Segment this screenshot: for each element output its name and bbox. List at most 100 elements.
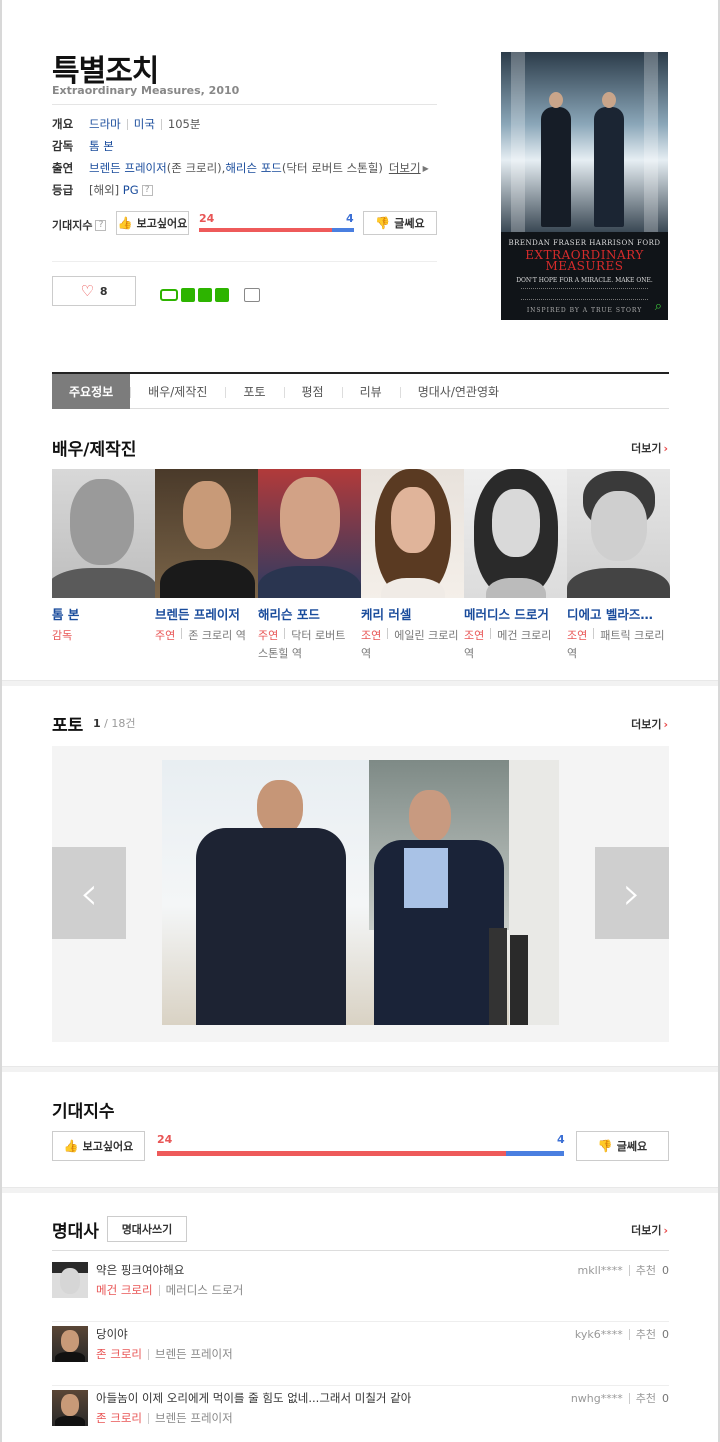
cast-photo[interactable] (258, 469, 361, 598)
poster-names: BRENDAN FRASER HARRISON FORD (508, 239, 661, 247)
photo-image[interactable] (162, 760, 559, 1025)
cast-role: 조연 메건 크로리 역 (464, 628, 552, 660)
next-photo-button[interactable]: › (595, 847, 669, 939)
want-button[interactable]: 👍 보고싶어요 (116, 211, 189, 235)
cast-more-link[interactable]: 더보기 › (631, 440, 668, 456)
photo-count: 1 / 18건 (93, 717, 136, 730)
rating-region: [해외] (89, 183, 120, 197)
cast1-link[interactable]: 브렌든 프레이저 (89, 160, 167, 176)
bookmark-icon[interactable] (198, 288, 212, 302)
cast-member[interactable]: 해리슨 포드 주연 닥터 로버트 스톤힐 역 (258, 469, 361, 663)
naver-icon[interactable] (160, 289, 178, 301)
poster-inspired: INSPIRED BY A TRUE STORY (526, 307, 643, 314)
cast-photo[interactable] (464, 469, 567, 598)
avatar[interactable] (52, 1390, 88, 1426)
quotes-more-link[interactable]: 더보기 › (631, 1222, 668, 1238)
want-count: 24 (157, 1133, 173, 1146)
cast-more-link[interactable]: 더보기 (389, 160, 421, 176)
quote-character: 존 크로리 브렌든 프레이저 (96, 1411, 233, 1425)
section-divider (2, 1066, 718, 1072)
tab-review[interactable]: 리뷰 (341, 374, 400, 409)
zoom-icon[interactable]: ⌕ (655, 299, 662, 314)
cast-name[interactable]: 해리슨 포드 (258, 604, 359, 623)
quotes-section-title: 명대사 (52, 1222, 99, 1242)
rating-link[interactable]: PG (123, 183, 139, 197)
help-icon[interactable]: ? (95, 219, 107, 231)
thumbs-down-icon: 👎 (597, 1139, 613, 1153)
cast-photo[interactable] (567, 469, 670, 598)
cast-member[interactable]: 브렌든 프레이저 주연 존 크로리 역 (155, 469, 258, 663)
info-cast: 출연 브렌든 프레이저 (존 크로리), 해리슨 포드 (닥터 로버트 스톤힐) 더… (52, 160, 437, 176)
dislike-count: 4 (346, 212, 354, 225)
cast-name[interactable]: 브렌든 프레이저 (155, 604, 256, 623)
expect-bar (199, 228, 354, 232)
movie-poster[interactable]: BRENDAN FRASER HARRISON FORD EXTRAORDINA… (501, 52, 668, 320)
cast-role: 주연 존 크로리 역 (155, 628, 246, 642)
write-quote-button[interactable]: 명대사쓰기 (107, 1216, 187, 1242)
quote-item: 약은 핑크여야해요 메건 크로리 메러디스 드로거 mkll**** 추천 0 (52, 1262, 669, 1322)
recommend-button[interactable]: 추천 (636, 1262, 656, 1278)
quote-character: 존 크로리 브렌든 프레이저 (96, 1347, 233, 1361)
cast2-link[interactable]: 해리슨 포드 (225, 160, 282, 176)
cast-member[interactable]: 메러디스 드로거 조연 메건 크로리 역 (464, 469, 567, 663)
tab-main-info[interactable]: 주요정보 (52, 373, 131, 409)
tab-bar: 주요정보 배우/제작진 포토 평점 리뷰 명대사/연관영화 (52, 372, 669, 409)
prev-photo-button[interactable]: ‹ (52, 847, 126, 939)
poster-title: EXTRAORDINARY MEASURES (525, 248, 644, 273)
movie-subtitle: Extraordinary Measures, 2010 (52, 84, 240, 97)
dislike-button[interactable]: 👎 글쎄요 (576, 1131, 669, 1161)
quote-meta: kyk6**** 추천 0 (574, 1326, 669, 1342)
like-button[interactable]: ♡ 8 (52, 276, 136, 306)
cast2-role: (닥터 로버트 스톤힐) (281, 161, 383, 175)
quote-meta: mkll**** 추천 0 (577, 1262, 669, 1278)
dislike-bar (505, 1151, 564, 1156)
cast-name[interactable]: 디에고 벨라즈… (567, 604, 668, 623)
caret-right-icon: ▶ (422, 163, 429, 173)
tab-photo[interactable]: 포토 (225, 374, 283, 409)
dislike-button[interactable]: 👎 글쎄요 (363, 211, 437, 235)
cast-photo[interactable] (155, 469, 258, 598)
cast-photo[interactable] (52, 469, 155, 598)
tab-quotes[interactable]: 명대사/연관영화 (399, 374, 517, 409)
quote-meta: nwhg**** 추천 0 (570, 1390, 669, 1406)
help-icon[interactable]: ? (141, 184, 153, 196)
band-icon[interactable] (215, 288, 229, 302)
expect-bar (157, 1151, 564, 1156)
line-icon[interactable] (181, 288, 195, 302)
tab-rating[interactable]: 평점 (283, 374, 342, 409)
cast-name[interactable]: 톰 본 (52, 604, 153, 623)
dislike-count: 4 (557, 1133, 565, 1146)
cast-member[interactable]: 톰 본 감독 (52, 469, 155, 663)
photo-section-title: 포토 (52, 716, 84, 736)
cast-role: 감독 (52, 629, 73, 642)
cast-label: 출연 (52, 161, 74, 175)
want-button[interactable]: 👍 보고싶어요 (52, 1131, 145, 1161)
cast1-role: (존 크로리), (166, 161, 226, 175)
cast-member[interactable]: 케리 러셀 조연 에일린 크로리 역 (361, 469, 464, 663)
country-link[interactable]: 미국 (134, 116, 155, 132)
cast-member[interactable]: 디에고 벨라즈… 조연 패트릭 크로리 역 (567, 469, 670, 663)
thumbs-up-icon: 👍 (63, 1139, 79, 1153)
cast-role: 주연 닥터 로버트 스톤힐 역 (258, 628, 346, 660)
dislike-label: 글쎄요 (616, 1140, 648, 1153)
avatar[interactable] (52, 1326, 88, 1362)
photo-more-link[interactable]: 더보기 › (631, 716, 668, 732)
rating-label: 등급 (52, 183, 74, 197)
quote-text: 아들놈이 이제 오리에게 먹이를 줄 힘도 없네...그래서 미칠거 같아 (96, 1391, 412, 1405)
cast-name[interactable]: 케리 러셀 (361, 604, 462, 623)
quote-text: 당이야 (96, 1327, 128, 1341)
recommend-button[interactable]: 추천 (636, 1326, 656, 1342)
director-link[interactable]: 톰 본 (89, 138, 114, 154)
tab-cast[interactable]: 배우/제작진 (130, 374, 225, 409)
avatar[interactable] (52, 1262, 88, 1298)
info-director: 감독 톰 본 (52, 138, 437, 154)
recommend-button[interactable]: 추천 (636, 1390, 656, 1406)
quote-item: 아들놈이 이제 오리에게 먹이를 줄 힘도 없네...그래서 미칠거 같아 존 … (52, 1390, 669, 1442)
section-divider (2, 680, 718, 686)
want-count: 24 (199, 212, 215, 225)
genre-link[interactable]: 드라마 (89, 116, 121, 132)
share-icon[interactable] (244, 288, 260, 302)
director-label: 감독 (52, 139, 74, 153)
cast-photo[interactable] (361, 469, 464, 598)
cast-name[interactable]: 메러디스 드로거 (464, 604, 565, 623)
